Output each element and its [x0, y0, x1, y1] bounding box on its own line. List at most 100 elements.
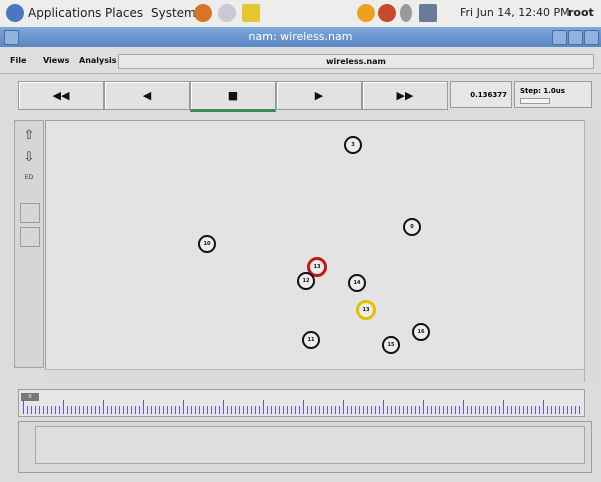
timeline-tick	[451, 406, 452, 414]
gnome-foot-icon[interactable]	[6, 4, 24, 22]
menu-analysis[interactable]: Analysis	[79, 56, 117, 65]
timeline-tick	[59, 406, 60, 414]
node[interactable]: 0	[403, 218, 421, 236]
timeline-tick	[471, 406, 472, 414]
user-name[interactable]: root	[568, 6, 594, 19]
timeline-tick	[171, 406, 172, 414]
timeline-tick	[339, 406, 340, 414]
fast-forward-button[interactable]: ▶▶	[362, 81, 448, 110]
timeline-tick	[539, 406, 540, 414]
timeline-tick	[87, 406, 88, 414]
clock[interactable]: Fri Jun 14, 12:40 PM	[460, 6, 570, 19]
timeline-tick	[483, 406, 484, 414]
timeline-tick	[323, 406, 324, 414]
node[interactable]: 15	[382, 336, 400, 354]
update-icon[interactable]	[357, 4, 375, 22]
timeline-tick	[387, 406, 388, 414]
step-slider[interactable]	[520, 98, 550, 104]
timeline-slider[interactable]: 0	[18, 389, 585, 417]
maximize-icon[interactable]	[568, 30, 583, 45]
step-back-button[interactable]: ◀	[104, 81, 190, 110]
timeline-tick	[287, 406, 288, 414]
node[interactable]: 3	[344, 136, 362, 154]
timeline-tick	[211, 406, 212, 414]
edit-tool[interactable]: ED	[20, 173, 38, 191]
timeline-tick	[575, 406, 576, 414]
animation-canvas[interactable]: 3 0 10 13 12 14 13 11 15 16	[45, 120, 585, 370]
zoom-out-icon[interactable]: ⇩	[20, 149, 38, 167]
timeline-tick	[519, 406, 520, 414]
volume-icon[interactable]	[400, 4, 412, 22]
menu-views[interactable]: Views	[43, 56, 69, 65]
timeline-tick	[335, 406, 336, 414]
window-title: nam: wireless.nam	[248, 30, 353, 43]
timeline-tick	[415, 406, 416, 414]
timeline-tick	[403, 406, 404, 414]
time-display: 0.136377	[450, 81, 512, 108]
timeline-tick	[103, 400, 104, 414]
play-button[interactable]: ▶	[276, 81, 362, 110]
timeline-tick	[351, 406, 352, 414]
timeline-tick	[83, 406, 84, 414]
timeline-tick	[475, 406, 476, 414]
node[interactable]: 14	[348, 274, 366, 292]
node[interactable]: 12	[297, 272, 315, 290]
slider-tool-icon-2[interactable]	[20, 227, 40, 247]
timeline-tick	[371, 406, 372, 414]
timeline-tick	[487, 406, 488, 414]
horizontal-scrollbar[interactable]	[45, 369, 583, 382]
timeline-tick	[343, 400, 344, 414]
timeline-tick	[307, 406, 308, 414]
window-titlebar[interactable]: nam: wireless.nam	[0, 27, 601, 47]
timeline-tick	[183, 400, 184, 414]
timeline-tick	[79, 406, 80, 414]
timeline-tick	[479, 406, 480, 414]
timeline-tick	[35, 406, 36, 414]
timeline-tick	[71, 406, 72, 414]
timeline-tick	[435, 406, 436, 414]
minimize-icon[interactable]	[552, 30, 567, 45]
node[interactable]: 16	[412, 323, 430, 341]
timeline-tick	[423, 400, 424, 414]
close-icon[interactable]	[584, 30, 599, 45]
annotation-list[interactable]	[35, 426, 585, 464]
timeline-tick	[243, 406, 244, 414]
timeline-tick	[327, 406, 328, 414]
node[interactable]: 10	[198, 235, 216, 253]
node-highlighted-yellow[interactable]: 13	[356, 300, 376, 320]
timeline-tick	[267, 406, 268, 414]
node[interactable]: 11	[302, 331, 320, 349]
slider-tool-icon[interactable]	[20, 203, 40, 223]
step-control[interactable]: Step: 1.0us	[514, 81, 592, 108]
timeline-tick	[275, 406, 276, 414]
timeline-tick	[91, 406, 92, 414]
rewind-button[interactable]: ◀◀	[18, 81, 104, 110]
timeline-tick	[107, 406, 108, 414]
menu-applications[interactable]: Applications	[28, 6, 101, 20]
display-icon[interactable]	[419, 4, 437, 22]
timeline-tick	[259, 406, 260, 414]
stop-button[interactable]: ■	[190, 81, 276, 112]
timeline-tick	[411, 406, 412, 414]
timeline-tick	[55, 406, 56, 414]
mail-icon[interactable]	[218, 4, 236, 22]
timeline-tick	[143, 400, 144, 414]
zoom-in-icon[interactable]: ⇧	[20, 127, 38, 145]
timeline-tick	[463, 400, 464, 414]
timeline-tick	[555, 406, 556, 414]
transport-controls: ◀◀ ◀ ■ ▶ ▶▶ 0.136377 Step: 1.0us	[0, 78, 601, 114]
tool-column: ⇧ ⇩ ED	[14, 120, 44, 368]
menu-places[interactable]: Places	[105, 6, 143, 20]
network-icon[interactable]	[378, 4, 396, 22]
timeline-tick	[443, 406, 444, 414]
menu-system[interactable]: System	[151, 6, 196, 20]
timeline-tick	[427, 406, 428, 414]
timeline-tick	[359, 406, 360, 414]
notes-icon[interactable]	[242, 4, 260, 22]
vertical-scrollbar[interactable]	[584, 120, 597, 382]
timeline-tick	[63, 400, 64, 414]
menu-file[interactable]: File	[10, 56, 26, 65]
timeline-tick	[391, 406, 392, 414]
timeline-tick	[31, 406, 32, 414]
firefox-icon[interactable]	[194, 4, 212, 22]
